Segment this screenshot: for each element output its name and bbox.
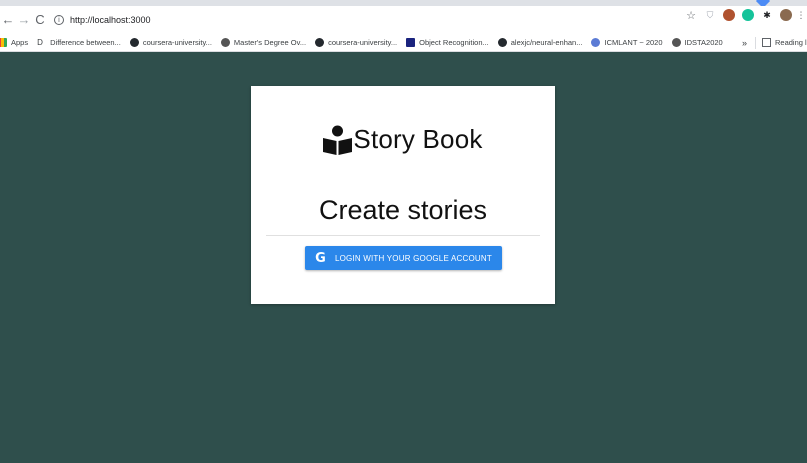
bookmark-item[interactable]: Object Recognition... — [406, 37, 489, 47]
back-icon[interactable]: ← — [0, 10, 16, 30]
puzzle-extension-icon[interactable]: ✱ — [761, 9, 773, 21]
page-headline: Create stories — [318, 195, 488, 225]
url-text[interactable]: http://localhost:3000 — [70, 15, 151, 25]
divider — [266, 235, 540, 236]
star-icon[interactable]: ☆ — [685, 9, 697, 22]
d-letter-icon: D — [37, 37, 43, 47]
login-button-label: LOGIN WITH YOUR GOOGLE ACCOUNT — [334, 253, 492, 263]
bookmark-item[interactable]: coursera-university... — [129, 37, 212, 47]
github-icon — [497, 37, 507, 47]
brand-title: Story Book — [353, 124, 483, 154]
apps-grid-icon — [0, 37, 7, 47]
bookmark-apps[interactable]: Apps — [0, 37, 28, 47]
bookmarks-overflow-button[interactable]: » — [742, 38, 747, 48]
toolbar-actions: ☆ ⛉ ✱ ⋮ — [685, 9, 806, 22]
bookmark-item[interactable]: D Difference between... — [37, 38, 121, 47]
menu-icon[interactable]: ⋮ — [797, 9, 806, 21]
reload-icon[interactable]: C — [32, 10, 48, 30]
reading-list-button[interactable]: Reading list — [775, 38, 807, 47]
login-card: Story Book Create stories G LOGIN WITH Y… — [251, 86, 555, 304]
github-icon — [315, 37, 325, 47]
browser-toolbar: ← → C i http://localhost:3000 ☆ ⛉ ✱ ⋮ — [0, 6, 807, 33]
icml-icon — [591, 37, 601, 47]
google-login-button[interactable]: G LOGIN WITH YOUR GOOGLE ACCOUNT — [305, 246, 502, 270]
globe-icon — [671, 37, 681, 47]
cookie-extension-icon[interactable] — [723, 9, 735, 21]
brand: Story Book — [251, 124, 555, 155]
dataset-icon — [406, 37, 416, 47]
globe-icon — [220, 37, 230, 47]
shield-extension-icon[interactable]: ⛉ — [704, 9, 716, 21]
address-bar[interactable]: i http://localhost:3000 — [54, 10, 151, 30]
grammarly-extension-icon[interactable] — [742, 9, 754, 21]
bookmark-item[interactable]: coursera-university... — [315, 37, 397, 47]
google-g-icon: G — [315, 250, 326, 266]
github-icon — [129, 37, 139, 47]
bookmark-item[interactable]: Master's Degree Ov... — [220, 37, 306, 47]
forward-icon[interactable]: → — [16, 10, 32, 30]
profile-avatar-icon[interactable] — [780, 9, 792, 21]
divider — [755, 36, 756, 49]
bookmark-item[interactable]: alexjc/neural-enhan... — [497, 37, 582, 47]
book-reader-icon — [323, 125, 353, 155]
reading-list-icon[interactable] — [762, 38, 771, 47]
bookmarks-right: » Reading list — [742, 33, 807, 52]
bookmarks-bar: Apps D Difference between... coursera-un… — [0, 33, 807, 52]
bookmark-item[interactable]: ICMLANT ~ 2020 — [591, 37, 663, 47]
bookmark-item[interactable]: IDSTA2020 — [671, 37, 723, 47]
info-icon[interactable]: i — [54, 14, 64, 25]
